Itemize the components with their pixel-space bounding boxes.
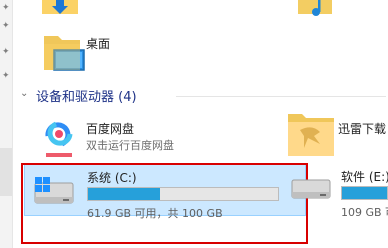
music-folder[interactable] [298,0,338,20]
drive-free-text: 109 GB 可 [341,206,388,219]
drive-name: 软件 (E:) [341,170,388,184]
downloads-folder-icon [42,0,78,14]
pin-icon: ✦ [2,71,10,81]
drive-usage-bar [341,186,388,200]
highlight-box [21,163,308,244]
chevron-down-icon[interactable]: ⌄ [20,88,28,99]
group-divider [176,96,386,97]
pin-icon: ✦ [2,47,10,57]
desktop-folder[interactable]: 桌面 [36,30,156,78]
folder-label: 桌面 [86,37,111,51]
pin-icon: ✦ [2,21,10,31]
downloads-folder[interactable] [40,0,80,20]
drive-e-tile[interactable]: 软件 (E:) 109 GB 可 [288,164,388,219]
device-thunder-download[interactable]: 迅雷下载 [286,110,388,160]
music-folder-icon [298,0,332,16]
devices-group-header[interactable]: ⌄ 设备和驱动器 (4) [20,86,386,105]
pane-scrollbar[interactable] [0,148,12,196]
device-baidu-netdisk[interactable]: 百度网盘 双击运行百度网盘 [34,112,274,158]
group-title: 设备和驱动器 (4) [36,90,137,105]
quick-access-pane[interactable]: ✦ ✦ ✦ ✦ [0,0,13,248]
pin-icon: ✦ [2,3,10,13]
hard-drive-icon [291,179,331,199]
device-name: 迅雷下载 [338,122,387,136]
device-name: 百度网盘 [86,122,135,136]
device-subtitle: 双击运行百度网盘 [86,139,174,152]
baidu-netdisk-icon [43,118,75,157]
thunder-download-folder-icon [288,114,334,156]
desktop-folder-icon [44,36,85,71]
drive-usage-fill [342,187,387,199]
